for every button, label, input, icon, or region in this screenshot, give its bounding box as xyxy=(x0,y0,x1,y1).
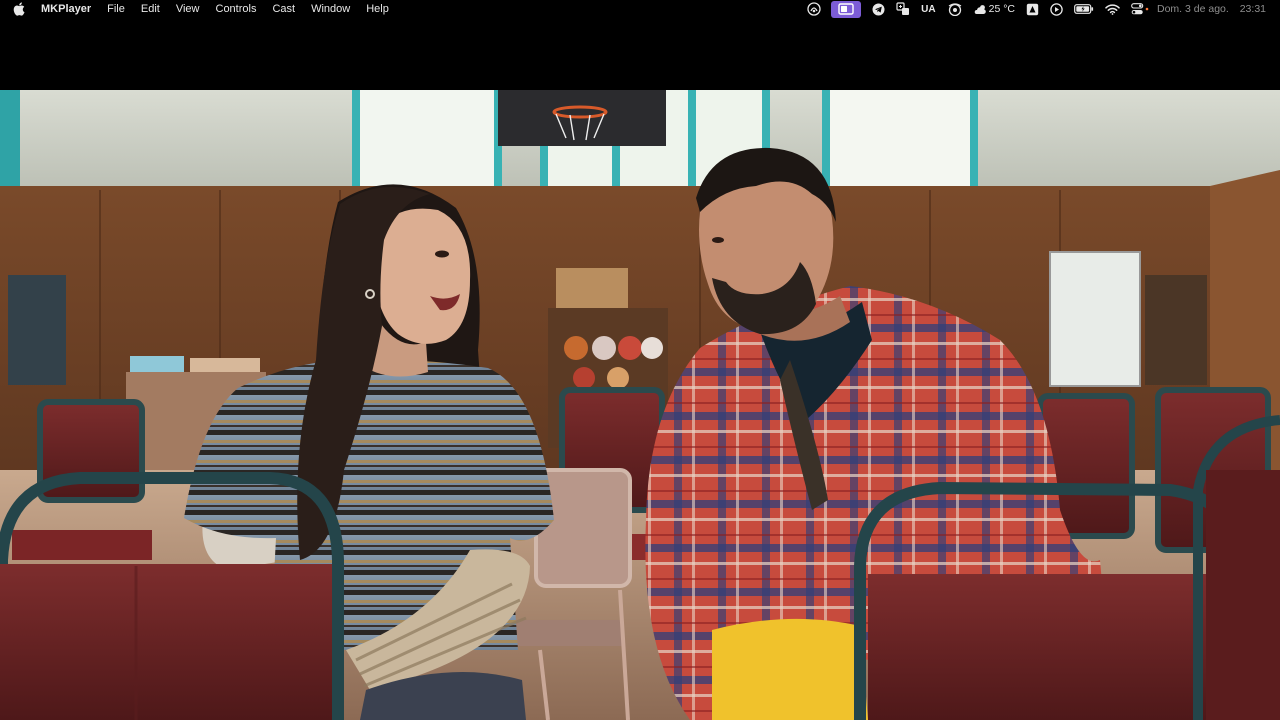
help-menu[interactable]: Help xyxy=(366,0,389,18)
controls-menu[interactable]: Controls xyxy=(216,0,257,18)
apple-menu-icon[interactable] xyxy=(13,1,27,17)
play-circle-icon[interactable] xyxy=(1050,0,1063,18)
arrow-app-icon[interactable] xyxy=(1026,0,1039,18)
view-menu[interactable]: View xyxy=(176,0,200,18)
clock-time: 23:31 xyxy=(1239,3,1266,15)
control-center-icon[interactable] xyxy=(1131,0,1149,18)
window-menu[interactable]: Window xyxy=(311,0,350,18)
keyboard-layout[interactable]: UA xyxy=(921,0,935,18)
battery-icon[interactable] xyxy=(1074,0,1094,18)
translate-icon[interactable] xyxy=(896,0,910,18)
app-name-menu[interactable]: MKPlayer xyxy=(41,0,91,18)
menu-bar-clock[interactable]: Dom. 3 de ago. 23:31 xyxy=(1157,3,1266,15)
cast-menu[interactable]: Cast xyxy=(272,0,295,18)
menu-bar-left: MKPlayer File Edit View Controls Cast Wi… xyxy=(0,0,405,18)
file-menu[interactable]: File xyxy=(107,0,125,18)
weather-temperature: 25 °C xyxy=(988,3,1015,15)
clock-date: Dom. 3 de ago. xyxy=(1157,3,1229,15)
screen: MKPlayer File Edit View Controls Cast Wi… xyxy=(0,0,1280,720)
wifi-icon[interactable] xyxy=(1105,0,1120,18)
cast-stream-icon[interactable] xyxy=(947,0,963,18)
weather-icon xyxy=(974,4,986,14)
edit-menu[interactable]: Edit xyxy=(141,0,160,18)
menu-bar: MKPlayer File Edit View Controls Cast Wi… xyxy=(0,0,1280,18)
video-frame xyxy=(0,90,1280,720)
weather-widget[interactable]: 25 °C xyxy=(974,0,1015,18)
menu-bar-status-area: UA 25 °C Dom. 3 de ago. 23:31 xyxy=(796,0,1280,18)
vpn-icon[interactable] xyxy=(807,0,821,18)
screen-mirror-icon[interactable] xyxy=(831,0,862,18)
video-playback-area[interactable] xyxy=(0,90,1280,720)
telegram-icon[interactable] xyxy=(872,0,885,18)
